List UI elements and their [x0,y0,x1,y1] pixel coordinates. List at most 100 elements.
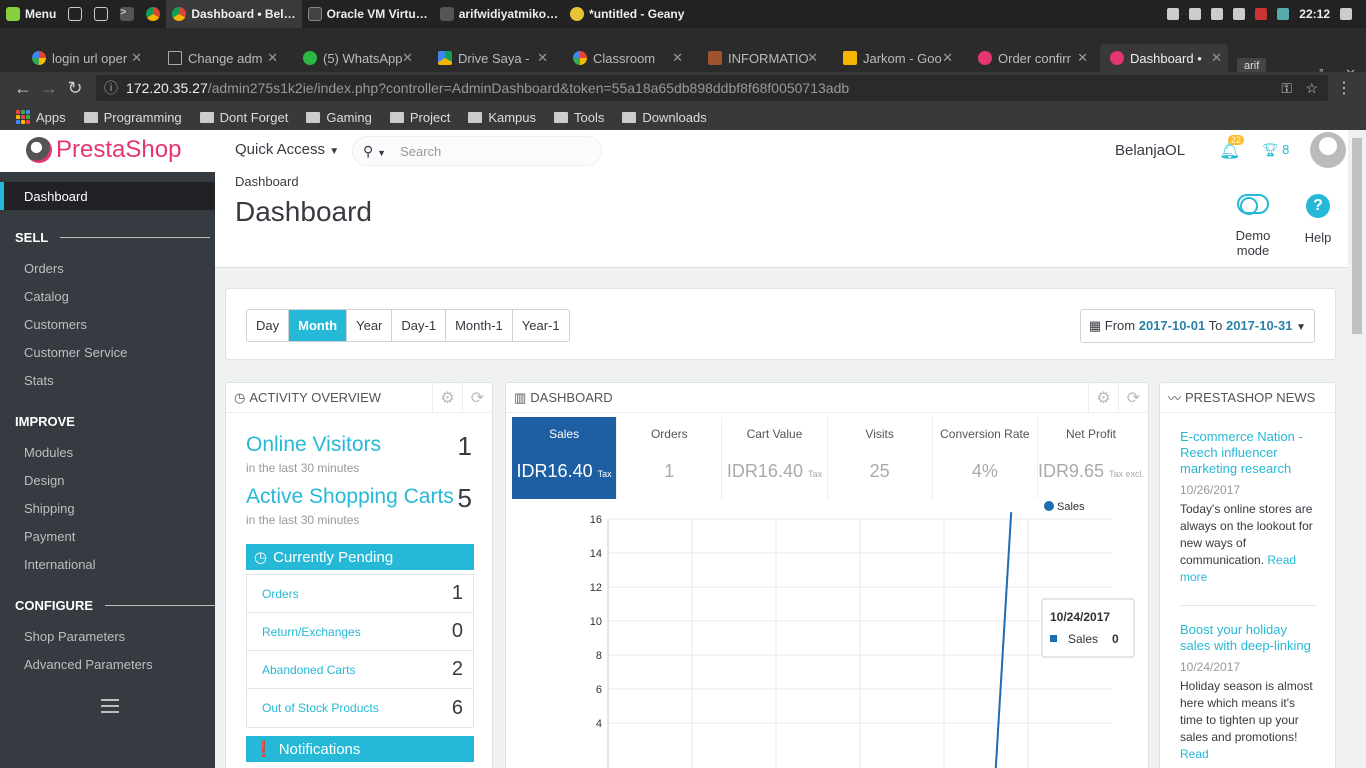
search-icon[interactable]: ⚲ ▼ [363,143,386,160]
demo-mode-toggle[interactable]: Demo mode [1218,194,1288,258]
window-dashboard[interactable]: Dashboard • Bel… [166,0,302,28]
browser-menu-icon[interactable]: ⋮ [1336,78,1352,98]
breadcrumb[interactable]: Dashboard [235,174,299,189]
bookmark-project[interactable]: Project [389,110,450,125]
pending-abandoned-carts-link[interactable]: Abandoned Carts [262,663,355,677]
period-month-button[interactable]: Month [289,310,348,341]
bookmark-dont-forget[interactable]: Dont Forget [199,110,288,125]
pending-out-of-stock-link[interactable]: Out of Stock Products [262,701,379,715]
sidebar-item-catalog[interactable]: Catalog [24,289,69,304]
period-day-1-button[interactable]: Day-1 [392,310,447,341]
window-terminal[interactable]: arifwidiyatmiko… [434,0,564,28]
bookmark-gaming[interactable]: Gaming [306,110,372,125]
tab-dashboard[interactable]: Dashboard • ✕ [1100,44,1228,72]
sidebar-item-international[interactable]: International [24,557,96,572]
bookmark-programming[interactable]: Programming [83,110,182,125]
clock[interactable]: 22:12 [1299,7,1330,21]
active-carts-link[interactable]: Active Shopping Carts [246,485,454,509]
close-tab-icon[interactable]: ✕ [267,50,278,66]
refresh-icon[interactable]: ⟳ [462,383,492,413]
period-month-1-button[interactable]: Month-1 [446,310,513,341]
chrome-launcher[interactable] [140,0,166,28]
close-tab-icon[interactable]: ✕ [942,50,953,66]
shop-name-link[interactable]: BelanjaOL [1115,142,1185,159]
sales-line-chart[interactable]: 4 6 8 10 12 14 16 Sales 10/24/2017 Sales 0 [512,501,1144,768]
close-tab-icon[interactable]: ✕ [1211,50,1222,66]
key-icon[interactable]: ⚿ [1281,80,1292,97]
close-tab-icon[interactable]: ✕ [1077,50,1088,66]
period-year-button[interactable]: Year [347,310,393,341]
news-title-link[interactable]: Boost your holiday sales with deep-linki… [1180,622,1320,654]
sidebar-item-modules[interactable]: Modules [24,445,73,460]
info-icon[interactable]: ⓘ [104,78,118,98]
search-input[interactable]: ⚲ ▼ Search [352,136,602,166]
sidebar-item-customer-service[interactable]: Customer Service [24,345,127,360]
close-tab-icon[interactable]: ✕ [807,50,818,66]
sidebar-item-customers[interactable]: Customers [24,317,87,332]
close-tab-icon[interactable]: ✕ [537,50,548,66]
reload-icon[interactable]: ↻ [62,78,88,99]
bookmark-tools[interactable]: Tools [554,110,604,125]
refresh-icon[interactable]: ⟳ [1118,383,1148,413]
collapse-menu-icon[interactable] [101,699,119,713]
quick-access-dropdown[interactable]: Quick Access ▼ [235,141,339,158]
date-range-picker[interactable]: ▦ From 2017-10-01 To 2017-10-31 ▼ [1079,309,1315,343]
star-icon[interactable]: ☆ [1305,80,1318,97]
kpi-cart-value-tab[interactable]: Cart Value IDR16.40 Tax [722,417,828,499]
tab-whatsapp[interactable]: (5) WhatsApp ✕ [293,44,419,72]
address-bar[interactable]: ⓘ 172.20.35.27/admin275s1k2ie/index.php?… [96,75,1328,101]
kpi-conversion-rate-tab[interactable]: Conversion Rate 4% [933,417,1038,499]
close-tab-icon[interactable]: ✕ [131,50,142,66]
sidebar-item-advanced-parameters[interactable]: Advanced Parameters [24,657,153,672]
pending-returns-link[interactable]: Return/Exchanges [262,625,361,639]
bookmark-downloads[interactable]: Downloads [622,110,707,125]
files-launcher[interactable] [88,0,114,28]
gear-icon[interactable]: ⚙ [432,383,462,413]
tab-classroom[interactable]: Classroom ✕ [563,44,689,72]
bookmark-apps[interactable]: Apps [16,110,66,125]
tab-jarkom[interactable]: Jarkom - Goo ✕ [833,44,959,72]
help-button[interactable]: ? Help [1301,194,1335,245]
sidebar-item-shop-parameters[interactable]: Shop Parameters [24,629,125,644]
sidebar-item-shipping[interactable]: Shipping [24,501,75,516]
info-icon[interactable] [1211,8,1224,20]
back-icon[interactable]: ← [10,78,36,99]
window-virtualbox[interactable]: Oracle VM Virtu… [302,0,434,28]
forward-icon[interactable]: → [36,78,62,99]
tab-change-admin[interactable]: Change adm ✕ [158,44,284,72]
sidebar-item-payment[interactable]: Payment [24,529,75,544]
pending-orders-link[interactable]: Orders [262,587,299,601]
kpi-net-profit-tab[interactable]: Net Profit IDR9.65 Tax excl. [1038,417,1144,499]
tab-order-confirm[interactable]: Order confirr ✕ [968,44,1094,72]
sidebar-item-stats[interactable]: Stats [24,373,54,388]
clipboard-icon[interactable] [1233,8,1246,20]
tab-information[interactable]: INFORMATIO ✕ [698,44,824,72]
terminal-launcher[interactable]: > [114,0,140,28]
window-geany[interactable]: *untitled - Geany [564,0,690,28]
period-day-button[interactable]: Day [247,310,290,341]
kpi-visits-tab[interactable]: Visits 25 [828,417,933,499]
bookmark-kampus[interactable]: Kampus [468,110,536,125]
shield-icon[interactable] [1255,8,1268,20]
page-scrollbar[interactable] [1348,130,1366,768]
trophy-icon[interactable]: 🏆︎ 8 [1262,142,1289,158]
gear-icon[interactable]: ⚙ [1088,383,1118,413]
period-year-1-button[interactable]: Year-1 [513,310,569,341]
power-icon[interactable] [1340,8,1352,20]
start-menu-button[interactable]: Menu [0,0,62,28]
sidebar-item-design[interactable]: Design [24,473,64,488]
close-tab-icon[interactable]: ✕ [402,50,413,66]
read-more-link[interactable]: Read [1180,747,1209,761]
close-tab-icon[interactable]: ✕ [672,50,683,66]
sidebar-item-orders[interactable]: Orders [24,261,64,276]
sidebar-item-dashboard[interactable]: Dashboard [0,182,215,210]
avatar[interactable] [1310,132,1346,168]
show-desktop-button[interactable] [62,0,88,28]
kpi-sales-tab[interactable]: Sales IDR16.40 Tax [512,417,618,499]
bluetooth-icon[interactable] [1277,8,1290,20]
online-visitors-link[interactable]: Online Visitors [246,433,381,457]
tab-login[interactable]: login url oper ✕ [22,44,148,72]
tab-drive[interactable]: Drive Saya - ✕ [428,44,554,72]
wifi-icon[interactable] [1189,8,1202,20]
news-title-link[interactable]: E-commerce Nation - Reech influencer mar… [1180,429,1320,477]
